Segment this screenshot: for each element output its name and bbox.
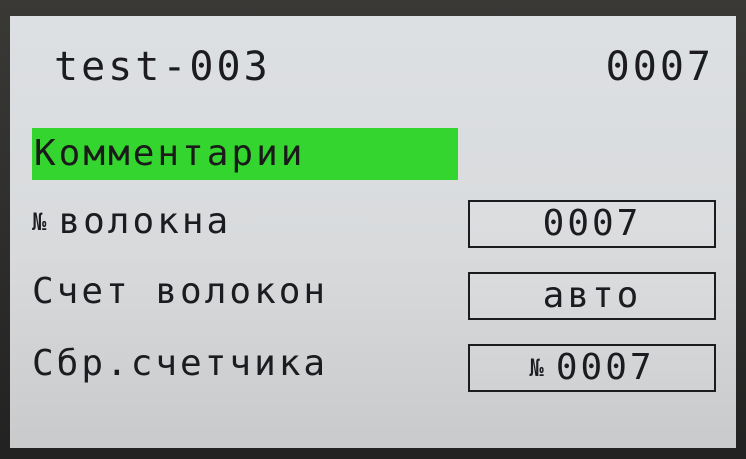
counter-reset-value[interactable]: № 0007 [468, 344, 716, 392]
menu-item-fiber-number[interactable]: № волокна [32, 196, 231, 248]
menu-item-counter-reset[interactable]: Сбр.счетчика [32, 338, 328, 390]
menu-item-fiber-number-label: волокна [58, 201, 232, 242]
menu-item-fiber-count-label: Счет волокон [32, 271, 329, 312]
counter-reset-value-text: 0007 [555, 347, 655, 388]
number-sign: № [529, 354, 544, 382]
menu-item-fiber-count[interactable]: Счет волокон [32, 266, 328, 318]
menu-item-comments-label: Комментарии [34, 133, 306, 174]
device-bezel: test-003 0007 Комментарии № волокна 0007 … [0, 0, 746, 459]
menu-item-comments[interactable]: Комментарии [32, 128, 458, 180]
menu-item-counter-reset-label: Сбр.счетчика [32, 343, 329, 384]
fiber-number-value-text: 0007 [542, 203, 642, 244]
fiber-count-value[interactable]: авто [468, 272, 716, 320]
fiber-count-value-text: авто [542, 275, 642, 316]
fiber-number-value[interactable]: 0007 [468, 200, 716, 248]
page-title: test-003 [54, 44, 271, 90]
lcd-screen: test-003 0007 Комментарии № волокна 0007 … [10, 16, 736, 448]
header-counter: 0007 [605, 44, 714, 90]
number-sign: № [32, 208, 47, 236]
